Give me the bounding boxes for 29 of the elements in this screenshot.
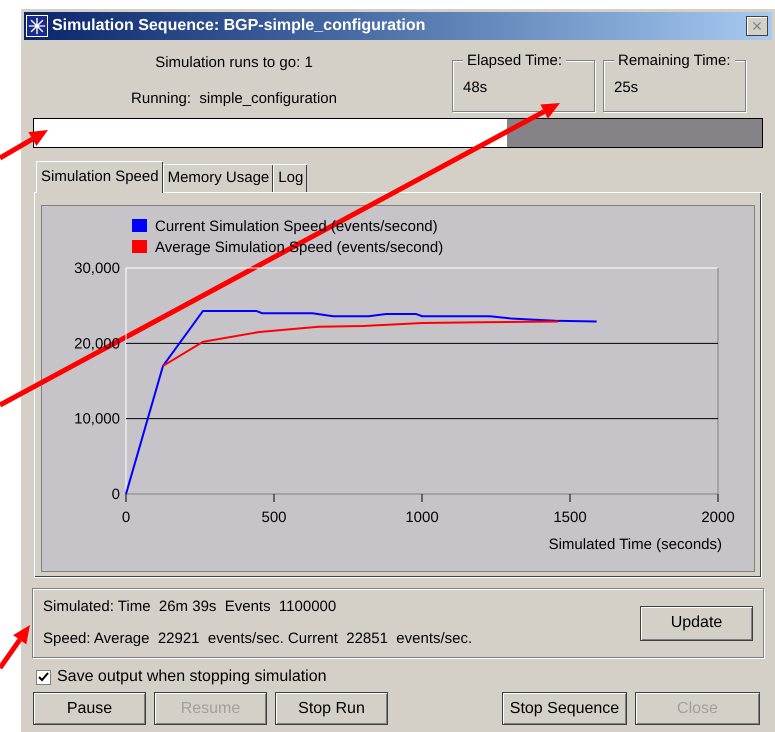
checkbox-label: Save output when stopping simulation (57, 667, 327, 687)
star-burst-icon (26, 15, 48, 37)
tab[interactable]: Log (273, 164, 308, 192)
annotation-arrow (0, 625, 30, 670)
x-axis-label: Simulated Time (seconds) (548, 536, 722, 553)
running-text: Running: simple_configuration (131, 88, 337, 108)
checkbox[interactable] (36, 670, 51, 684)
x-tick-label: 500 (261, 509, 287, 526)
runs-to-go-text: Simulation runs to go: 1 (155, 53, 313, 73)
dialog-button[interactable]: Stop Run (275, 692, 388, 725)
x-tick-label: 1000 (405, 509, 439, 526)
tab[interactable]: Memory Usage (162, 164, 274, 192)
x-tick-label: 0 (122, 509, 130, 526)
checkmark-icon (38, 672, 49, 682)
remaining-time-value: 25s (614, 78, 638, 98)
tab[interactable]: Simulation Speed (36, 161, 163, 193)
window-title: Simulation Sequence: BGP-simple_configuration (52, 16, 426, 36)
update-button[interactable]: Update (640, 606, 753, 640)
x-tick-label: 1500 (553, 509, 587, 526)
y-tick-label: 30,000 (74, 260, 120, 277)
speed-text: Speed: Average 22921 events/sec. Current 22851 events/sec. (43, 628, 472, 648)
y-tick-label: 0 (112, 486, 120, 503)
dialog-button[interactable]: Pause (33, 692, 146, 725)
dialog-button[interactable]: Stop Sequence (502, 692, 627, 725)
legend-label: Current Simulation Speed (events/second) (155, 218, 438, 235)
x-tick-label: 2000 (701, 509, 735, 526)
y-tick-label: 10,000 (74, 410, 120, 428)
elapsed-time-value: 48s (463, 78, 488, 98)
simulated-text: Simulated: Time 26m 39s Events 1100000 (43, 597, 338, 617)
